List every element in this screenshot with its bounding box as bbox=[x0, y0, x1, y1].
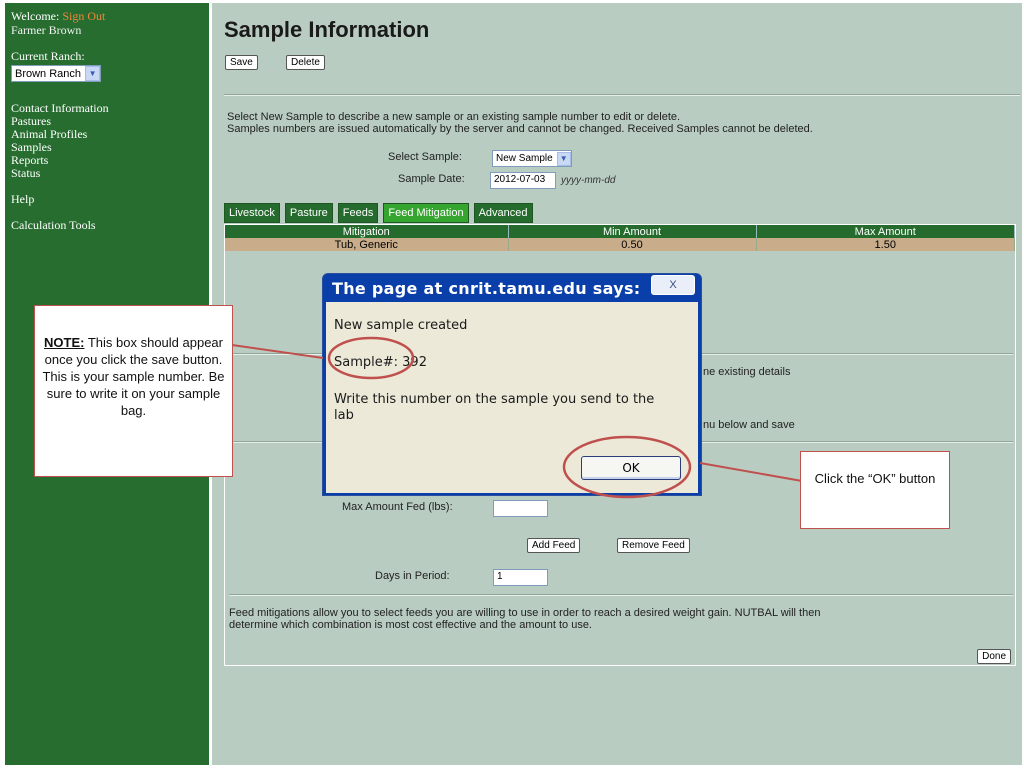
chevron-down-icon: ▼ bbox=[85, 66, 101, 81]
sample-date-hint: yyyy-mm-dd bbox=[561, 175, 616, 186]
delete-button[interactable]: Delete bbox=[286, 55, 325, 70]
sample-date-label: Sample Date: bbox=[398, 173, 465, 185]
column-header-max-amount: Max Amount bbox=[756, 225, 1015, 238]
sample-date-input[interactable]: 2012-07-03 bbox=[490, 172, 556, 189]
ranch-select[interactable]: Brown Ranch ▼ bbox=[11, 65, 102, 82]
remove-feed-button[interactable]: Remove Feed bbox=[617, 538, 690, 553]
current-ranch-label: Current Ranch: bbox=[11, 49, 85, 63]
ok-callout: Click the “OK” button bbox=[800, 451, 950, 529]
tab-advanced[interactable]: Advanced bbox=[473, 203, 533, 223]
dialog-message-created: New sample created bbox=[334, 318, 468, 333]
cell-min-amount: 0.50 bbox=[508, 238, 757, 251]
dialog-titlebar[interactable]: The page at cnrit.tamu.edu says: X bbox=[326, 274, 698, 302]
dialog-instruction-line-1: Write this number on the sample you send… bbox=[334, 392, 655, 407]
sample-select[interactable]: New Sample ▼ bbox=[492, 150, 572, 167]
days-in-period-input[interactable]: 1 bbox=[493, 569, 548, 586]
page-title: Sample Information bbox=[224, 17, 430, 42]
column-header-mitigation: Mitigation bbox=[225, 225, 509, 238]
note-label: NOTE: bbox=[44, 335, 85, 350]
feed-mitigation-help-text: Feed mitigations allow you to select fee… bbox=[229, 607, 820, 631]
done-button[interactable]: Done bbox=[977, 649, 1011, 664]
panel-partial-text-2: nu below and save bbox=[703, 419, 795, 431]
ranch-select-value: Brown Ranch bbox=[15, 67, 82, 80]
user-name: Farmer Brown bbox=[11, 23, 82, 37]
tab-bar: Livestock Pasture Feeds Feed Mitigation … bbox=[224, 203, 533, 223]
tab-feed-mitigation[interactable]: Feed Mitigation bbox=[383, 203, 469, 223]
max-amount-input[interactable] bbox=[493, 500, 548, 517]
dialog-instruction: Write this number on the sample you send… bbox=[334, 392, 654, 424]
dialog-sample-number: Sample#: 392 bbox=[334, 355, 427, 370]
column-header-min-amount: Min Amount bbox=[508, 225, 757, 238]
sidebar-item-calculation-tools[interactable]: Calculation Tools bbox=[11, 219, 203, 232]
dialog-title: The page at cnrit.tamu.edu says: bbox=[332, 278, 641, 298]
cell-max-amount: 1.50 bbox=[756, 238, 1015, 251]
intro-line-2: Samples numbers are issued automatically… bbox=[227, 123, 813, 135]
panel-divider bbox=[229, 594, 1013, 596]
mitigation-table: Mitigation Min Amount Max Amount Tub, Ge… bbox=[225, 225, 1015, 251]
dialog-instruction-line-2: lab bbox=[334, 408, 354, 423]
note-callout: NOTE: This box should appear once you cl… bbox=[34, 305, 233, 477]
save-button[interactable]: Save bbox=[225, 55, 258, 70]
days-in-period-label: Days in Period: bbox=[375, 570, 450, 582]
intro-line-1: Select New Sample to describe a new samp… bbox=[227, 111, 681, 123]
table-row[interactable]: Tub, Generic 0.50 1.50 bbox=[225, 238, 1015, 251]
dialog-body: New sample created Sample#: 392 Write th… bbox=[326, 302, 698, 493]
alert-dialog: The page at cnrit.tamu.edu says: X New s… bbox=[322, 273, 702, 496]
help-line-1: Feed mitigations allow you to select fee… bbox=[229, 607, 821, 619]
sidebar-nav: Contact Information Pastures Animal Prof… bbox=[11, 102, 203, 232]
tab-feeds[interactable]: Feeds bbox=[337, 203, 379, 223]
max-amount-label: Max Amount Fed (lbs): bbox=[342, 501, 453, 513]
sidebar-item-help[interactable]: Help bbox=[11, 193, 203, 206]
tab-pasture[interactable]: Pasture bbox=[284, 203, 333, 223]
tab-livestock[interactable]: Livestock bbox=[224, 203, 280, 223]
welcome-line: Welcome: Sign Out bbox=[11, 9, 203, 23]
dialog-close-button[interactable]: X bbox=[651, 275, 695, 295]
help-line-2: determine which combination is most cost… bbox=[229, 619, 592, 631]
sign-out-link[interactable]: Sign Out bbox=[62, 9, 105, 23]
add-feed-button[interactable]: Add Feed bbox=[527, 538, 581, 553]
welcome-text: Welcome: bbox=[11, 9, 60, 23]
sample-select-value: New Sample bbox=[496, 153, 553, 164]
table-header-row: Mitigation Min Amount Max Amount bbox=[225, 225, 1015, 238]
select-sample-label: Select Sample: bbox=[388, 151, 462, 163]
sidebar-item-status[interactable]: Status bbox=[11, 167, 203, 180]
divider bbox=[224, 94, 1020, 96]
cell-mitigation: Tub, Generic bbox=[225, 238, 509, 251]
panel-partial-text-1: ne existing details bbox=[703, 366, 791, 378]
ok-button[interactable]: OK bbox=[581, 456, 681, 480]
chevron-down-icon: ▼ bbox=[556, 151, 571, 166]
intro-text: Select New Sample to describe a new samp… bbox=[227, 111, 813, 135]
